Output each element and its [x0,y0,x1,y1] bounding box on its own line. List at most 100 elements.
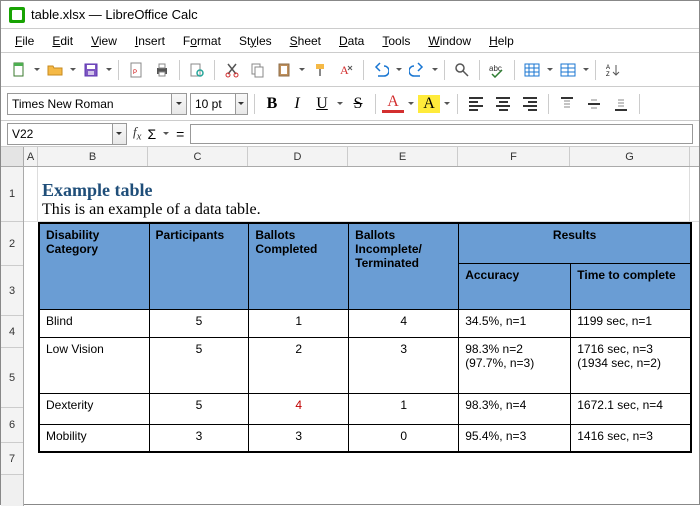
align-left-button[interactable] [464,92,488,116]
sort-button[interactable]: AZ [601,58,625,82]
undo-button[interactable] [369,58,393,82]
menu-edit[interactable]: Edit [44,32,81,50]
row-button[interactable] [520,58,544,82]
cell-category[interactable]: Blind [39,309,149,337]
undo-dropdown[interactable] [395,58,403,82]
row-header-2[interactable]: 2 [1,222,23,266]
print-preview-button[interactable] [185,58,209,82]
font-color-dropdown[interactable] [407,92,415,116]
col-header-F[interactable]: F [458,147,570,166]
spellcheck-button[interactable]: abc [485,58,509,82]
col-header-C[interactable]: C [148,147,248,166]
redo-dropdown[interactable] [431,58,439,82]
fx-icon[interactable]: fx [133,124,141,143]
cut-button[interactable] [220,58,244,82]
menu-data[interactable]: Data [331,32,372,50]
row-header-7[interactable]: 7 [1,443,23,475]
row-header-3[interactable]: 3 [1,266,23,316]
align-top-button[interactable] [555,92,579,116]
cell-category[interactable]: Mobility [39,424,149,452]
cell-completed[interactable]: 4 [249,393,349,424]
column-button[interactable] [556,58,580,82]
highlight-dropdown[interactable] [443,92,451,116]
cell-incomplete[interactable]: 1 [349,393,459,424]
cell-accuracy[interactable]: 34.5%, n=1 [459,309,571,337]
cell-category[interactable]: Dexterity [39,393,149,424]
menu-file[interactable]: File [7,32,42,50]
name-box[interactable] [7,123,127,145]
export-pdf-button[interactable]: P [124,58,148,82]
paste-button[interactable] [272,58,296,82]
column-dropdown[interactable] [582,58,590,82]
sum-dropdown[interactable] [162,122,170,146]
menu-styles[interactable]: Styles [231,32,280,50]
find-button[interactable] [450,58,474,82]
italic-button[interactable]: I [286,93,308,115]
menu-tools[interactable]: Tools [374,32,418,50]
print-button[interactable] [150,58,174,82]
cell-incomplete[interactable]: 0 [349,424,459,452]
cell-participants[interactable]: 5 [149,337,249,393]
copy-button[interactable] [246,58,270,82]
name-box-input[interactable] [8,127,112,141]
save-button[interactable] [79,58,103,82]
cell-time[interactable]: 1672.1 sec, n=4 [571,393,691,424]
row-header-6[interactable]: 6 [1,408,23,443]
bold-button[interactable]: B [261,93,283,115]
highlight-button[interactable]: A [418,95,440,113]
col-header-A[interactable]: A [24,147,38,166]
font-name-combo[interactable] [7,93,187,115]
cell-accuracy[interactable]: 98.3%, n=4 [459,393,571,424]
clone-formatting-button[interactable] [308,58,332,82]
row-header-4[interactable]: 4 [1,316,23,348]
cell-completed[interactable]: 3 [249,424,349,452]
col-header-E[interactable]: E [348,147,458,166]
font-name-input[interactable] [8,97,171,111]
formula-input[interactable] [190,124,693,144]
font-size-input[interactable] [191,97,235,111]
sum-icon[interactable]: Σ [147,126,156,142]
cell-incomplete[interactable]: 4 [349,309,459,337]
col-header-G[interactable]: G [570,147,690,166]
open-dropdown[interactable] [69,58,77,82]
col-header-D[interactable]: D [248,147,348,166]
underline-dropdown[interactable] [336,92,344,116]
new-dropdown[interactable] [33,58,41,82]
cell-completed[interactable]: 1 [249,309,349,337]
cell-completed[interactable]: 2 [249,337,349,393]
font-name-dropdown[interactable] [171,94,186,114]
open-button[interactable] [43,58,67,82]
cell-accuracy[interactable]: 95.4%, n=3 [459,424,571,452]
font-color-button[interactable]: A [382,94,404,113]
align-bottom-button[interactable] [609,92,633,116]
menu-insert[interactable]: Insert [127,32,173,50]
cell-time[interactable]: 1199 sec, n=1 [571,309,691,337]
menu-window[interactable]: Window [420,32,479,50]
cell-time[interactable]: 1716 sec, n=3 (1934 sec, n=2) [571,337,691,393]
cell-category[interactable]: Low Vision [39,337,149,393]
save-dropdown[interactable] [105,58,113,82]
align-center-button[interactable] [491,92,515,116]
equals-icon[interactable]: = [176,126,184,142]
select-all-corner[interactable] [1,147,23,167]
cell-participants[interactable]: 5 [149,309,249,337]
row-dropdown[interactable] [546,58,554,82]
redo-button[interactable] [405,58,429,82]
cell-participants[interactable]: 5 [149,393,249,424]
align-middle-button[interactable] [582,92,606,116]
strikethrough-button[interactable]: S [347,93,369,115]
paste-dropdown[interactable] [298,58,306,82]
cell-participants[interactable]: 3 [149,424,249,452]
spreadsheet-grid[interactable]: 1 2 3 4 5 6 7 A B C D E F G Example tabl… [1,147,699,506]
menu-format[interactable]: Format [175,32,229,50]
menu-help[interactable]: Help [481,32,522,50]
cell-accuracy[interactable]: 98.3% n=2 (97.7%, n=3) [459,337,571,393]
cell-incomplete[interactable]: 3 [349,337,459,393]
font-size-combo[interactable] [190,93,248,115]
font-size-dropdown[interactable] [235,94,247,114]
menu-view[interactable]: View [83,32,125,50]
cell-time[interactable]: 1416 sec, n=3 [571,424,691,452]
new-button[interactable] [7,58,31,82]
align-right-button[interactable] [518,92,542,116]
underline-button[interactable]: U [311,93,333,115]
